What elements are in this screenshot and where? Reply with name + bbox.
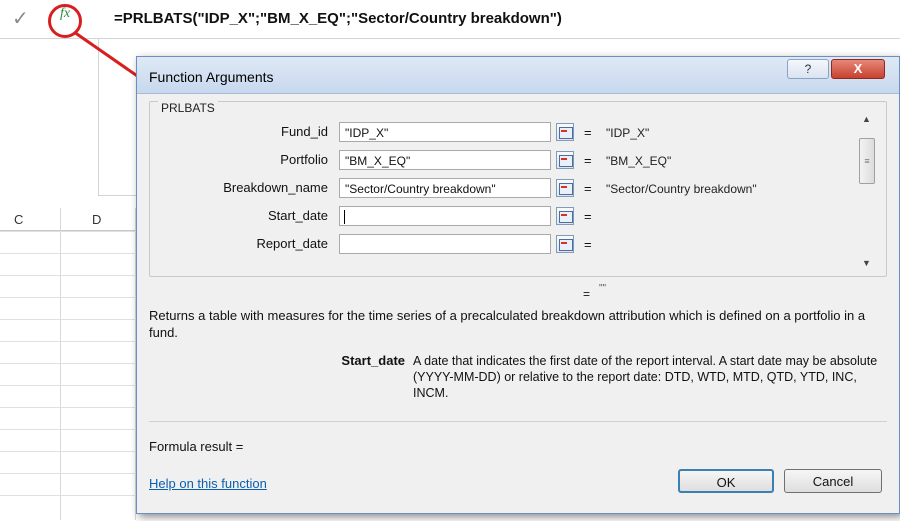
collapse-dialog-icon[interactable] [556,179,574,197]
arg-label-portfolio: Portfolio [280,152,328,167]
column-header-c[interactable]: C [0,208,60,231]
arg-result-breakdown-name: "Sector/Country breakdown" [606,182,757,196]
scroll-down-icon[interactable]: ▼ [862,258,871,268]
arg-equals: = [584,237,592,252]
arg-label-breakdown-name: Breakdown_name [223,180,328,195]
cancel-button[interactable]: Cancel [784,469,882,493]
column-label-d: D [92,212,102,227]
formula-text[interactable]: =PRLBATS("IDP_X";"BM_X_EQ";"Sector/Count… [114,10,562,27]
arg-label-report-date: Report_date [256,236,328,251]
function-arguments-dialog: Function Arguments ? X PRLBATS Fund_id "… [136,56,900,514]
close-button[interactable]: X [831,59,885,79]
arg-input-fund-id[interactable]: "IDP_X" [339,122,551,142]
function-result-value: "" [599,283,607,294]
arg-help-name: Start_date [341,353,405,368]
arg-equals: = [584,209,592,224]
collapse-dialog-icon[interactable] [556,235,574,253]
arg-equals: = [584,181,592,196]
function-name: PRLBATS [158,101,218,115]
function-result-equals: = [583,287,591,301]
arguments-group: PRLBATS Fund_id "IDP_X" = "IDP_X" Portfo… [149,101,887,277]
arg-input-start-date[interactable] [339,206,551,226]
arg-input-portfolio[interactable]: "BM_X_EQ" [339,150,551,170]
arg-equals: = [584,153,592,168]
dialog-separator [149,421,887,422]
dialog-title: Function Arguments [149,69,274,85]
help-button[interactable]: ? [787,59,829,79]
arg-input-report-date[interactable] [339,234,551,254]
arg-label-fund-id: Fund_id [281,124,328,139]
collapse-dialog-icon[interactable] [556,207,574,225]
enter-check-icon[interactable]: ✓ [12,6,29,31]
formula-result-label: Formula result = [149,439,244,454]
arg-label-start-date: Start_date [268,208,328,223]
arg-equals: = [584,125,592,140]
scroll-up-icon[interactable]: ▲ [862,114,871,124]
ok-button[interactable]: OK [678,469,774,493]
help-on-function-link[interactable]: Help on this function [149,476,267,491]
text-caret [344,210,345,224]
scroll-thumb[interactable]: ≡ [859,138,875,184]
arg-help-text: A date that indicates the first date of … [413,354,878,400]
column-label-c: C [14,212,24,227]
dialog-titlebar[interactable]: Function Arguments ? X [137,57,899,94]
function-description: Returns a table with measures for the ti… [149,308,866,340]
collapse-dialog-icon[interactable] [556,151,574,169]
collapse-dialog-icon[interactable] [556,123,574,141]
arg-input-breakdown-name[interactable]: "Sector/Country breakdown" [339,178,551,198]
column-header-d[interactable]: D [60,208,136,231]
arg-result-fund-id: "IDP_X" [606,126,650,140]
arguments-scrollbar[interactable]: ▲ ≡ ▼ [858,112,876,272]
arg-result-portfolio: "BM_X_EQ" [606,154,672,168]
